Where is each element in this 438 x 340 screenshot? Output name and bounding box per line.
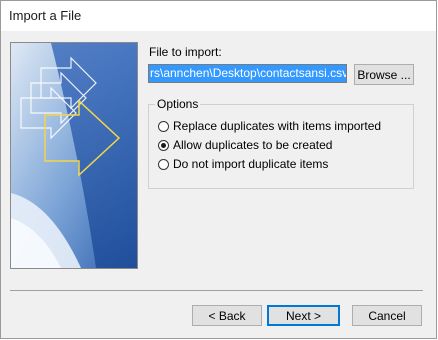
next-button[interactable]: Next > [267, 305, 340, 326]
option-label: Do not import duplicate items [173, 157, 329, 171]
back-button-label: < Back [208, 308, 246, 323]
radio-unchecked-icon[interactable] [158, 120, 169, 132]
title-bar[interactable]: Import a File [1, 1, 436, 31]
browse-button-label: Browse ... [357, 67, 411, 82]
back-button[interactable]: < Back [192, 305, 262, 326]
file-path-value: rs\annchen\Desktop\contactsansi.csv [149, 65, 346, 82]
radio-unchecked-icon[interactable] [158, 158, 169, 170]
browse-button[interactable]: Browse ... [354, 64, 414, 85]
option-label: Replace duplicates with items imported [173, 119, 382, 133]
next-button-label: Next > [285, 308, 321, 323]
cancel-button[interactable]: Cancel [352, 305, 422, 326]
option-no-duplicates[interactable]: Do not import duplicate items [158, 156, 328, 172]
options-legend: Options [155, 97, 201, 111]
option-label: Allow duplicates to be created [173, 138, 333, 152]
cancel-button-label: Cancel [368, 308, 406, 323]
footer-separator [10, 290, 423, 291]
wizard-illustration [10, 42, 138, 269]
dialog-title: Import a File [9, 8, 82, 23]
file-to-import-label: File to import: [149, 45, 222, 59]
import-file-dialog: Import a File File to import: rs\annchen… [0, 0, 437, 339]
option-replace-duplicates[interactable]: Replace duplicates with items imported [158, 118, 381, 134]
radio-checked-icon[interactable] [158, 139, 169, 151]
option-allow-duplicates[interactable]: Allow duplicates to be created [158, 137, 332, 153]
file-path-field[interactable]: rs\annchen\Desktop\contactsansi.csv [148, 64, 347, 83]
